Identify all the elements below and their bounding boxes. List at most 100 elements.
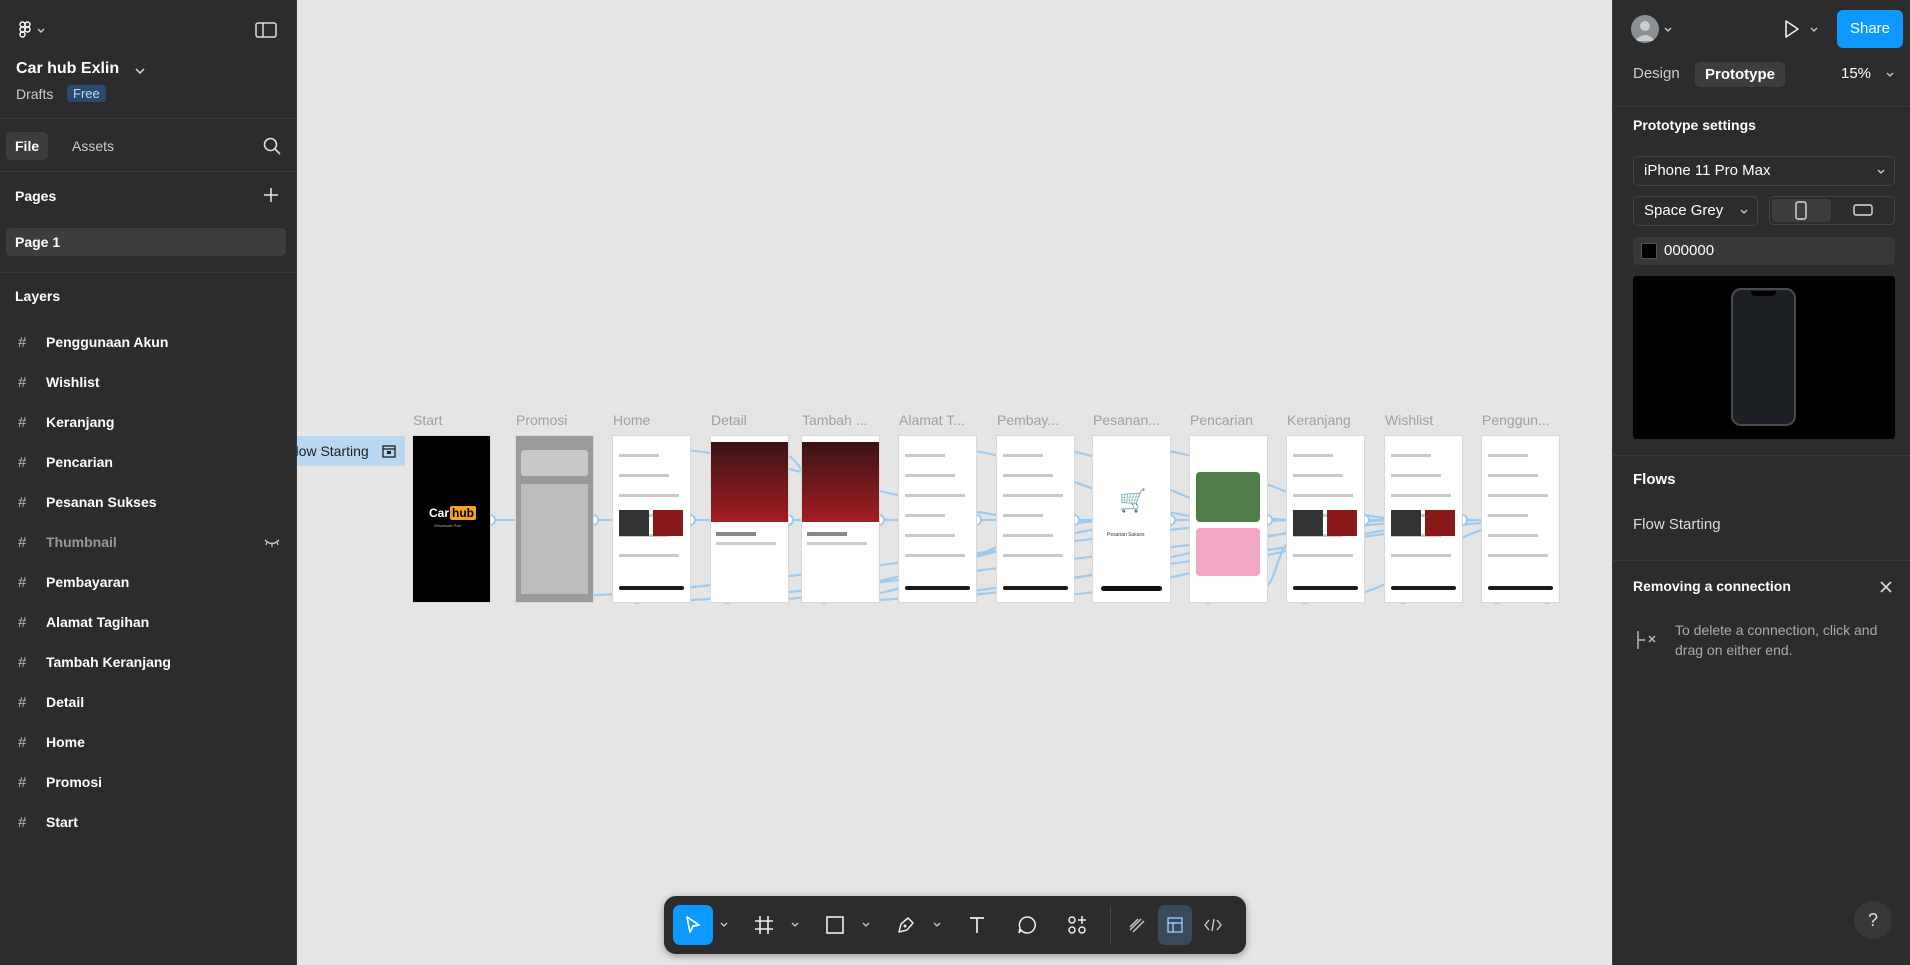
chevron-down-icon[interactable] [1663, 25, 1673, 35]
file-location[interactable]: Drafts [16, 86, 53, 102]
file-name[interactable]: Car hub Exlin [16, 60, 119, 78]
layer-item[interactable]: # Thumbnail [0, 522, 296, 562]
frame-label[interactable]: Start [413, 412, 443, 428]
frame-thumbnail[interactable]: Car hub Wholesale Part [413, 436, 490, 602]
content-line [1003, 554, 1063, 557]
layer-name: Pesanan Sukses [46, 494, 157, 510]
landscape-button[interactable] [1833, 199, 1892, 222]
logo-tagline: Wholesale Part [434, 523, 462, 528]
frame-label[interactable]: Tambah ... [802, 412, 867, 428]
flow-start-label: Flow Starting [297, 443, 369, 459]
layer-item[interactable]: # Keranjang [0, 402, 296, 442]
flow-start-tag[interactable]: Flow Starting [297, 436, 405, 466]
chevron-down-icon[interactable] [719, 920, 729, 930]
chevron-down-icon[interactable] [1885, 70, 1895, 80]
text-icon [970, 917, 984, 933]
present-button[interactable] [1779, 17, 1803, 41]
background-hex[interactable]: 000000 [1664, 237, 1714, 265]
code-icon [1204, 918, 1222, 932]
tab-file[interactable]: File [6, 132, 49, 160]
frame-thumbnail[interactable]: 🛒 Pesanan Sukses [1093, 436, 1170, 602]
frame-label[interactable]: Wishlist [1385, 412, 1433, 428]
frame-thumbnail[interactable] [997, 436, 1074, 602]
avatar[interactable] [1631, 15, 1659, 43]
content-line [1488, 554, 1548, 557]
frame-thumbnail[interactable] [1287, 436, 1364, 602]
page-item[interactable]: Page 1 [6, 228, 286, 256]
help-button[interactable]: ? [1854, 901, 1892, 939]
layer-item[interactable]: # Tambah Keranjang [0, 642, 296, 682]
layer-item[interactable]: # Promosi [0, 762, 296, 802]
design-mode-button[interactable] [1158, 905, 1192, 945]
flow-item[interactable]: Flow Starting [1633, 516, 1721, 533]
hidden-eye-icon[interactable] [264, 535, 280, 553]
frame-label[interactable]: Home [613, 412, 650, 428]
layer-item[interactable]: # Wishlist [0, 362, 296, 402]
background-color-field[interactable]: 000000 [1633, 237, 1895, 265]
draw-mode-button[interactable] [1120, 905, 1154, 945]
frame-icon: # [18, 613, 27, 631]
dev-mode-button[interactable] [1196, 905, 1230, 945]
frame-label[interactable]: Pesanan... [1093, 412, 1160, 428]
cta-bar [1488, 586, 1553, 590]
sidebar-toggle-icon[interactable] [254, 20, 278, 40]
frame-icon: # [18, 333, 27, 351]
frame-thumbnail[interactable] [1190, 436, 1267, 602]
frame-thumbnail[interactable] [802, 436, 879, 602]
layer-item[interactable]: # Alamat Tagihan [0, 602, 296, 642]
content-line [1003, 454, 1043, 457]
actions-tool-button[interactable] [1057, 905, 1097, 945]
text-tool-button[interactable] [957, 905, 997, 945]
main-menu-button[interactable] [14, 18, 54, 42]
tab-design[interactable]: Design [1633, 65, 1680, 82]
frame-label[interactable]: Keranjang [1287, 412, 1351, 428]
chevron-down-icon[interactable] [932, 920, 942, 930]
zoom-level[interactable]: 15% [1841, 65, 1871, 82]
frame-thumbnail[interactable] [1482, 436, 1559, 602]
bottom-toolbar [664, 896, 1246, 954]
frame-thumbnail[interactable] [1385, 436, 1462, 602]
device-select[interactable]: iPhone 11 Pro Max [1633, 156, 1895, 186]
frame-thumbnail[interactable] [899, 436, 976, 602]
frame-label[interactable]: Pembay... [997, 412, 1059, 428]
comment-tool-button[interactable] [1007, 905, 1047, 945]
portrait-button[interactable] [1772, 199, 1831, 222]
chevron-down-icon[interactable] [134, 63, 146, 81]
layer-item[interactable]: # Detail [0, 682, 296, 722]
device-color-select[interactable]: Space Grey [1633, 196, 1758, 226]
layer-item[interactable]: # Home [0, 722, 296, 762]
layer-item[interactable]: # Start [0, 802, 296, 842]
success-text: Pesanan Sukses [1107, 532, 1145, 538]
layer-item[interactable]: # Pesanan Sukses [0, 482, 296, 522]
layer-item[interactable]: # Penggunaan Akun [0, 322, 296, 362]
shape-tool-button[interactable] [815, 905, 855, 945]
layers-list: # Penggunaan Akun # Wishlist # Keranjang # Penc… [0, 322, 296, 842]
hint-text: To delete a connection, click and drag o… [1675, 622, 1878, 658]
chevron-down-icon[interactable] [790, 920, 800, 930]
frame-label[interactable]: Penggun... [1482, 412, 1550, 428]
flows-heading: Flows [1633, 471, 1676, 488]
frame-thumbnail[interactable] [516, 436, 593, 602]
move-tool-button[interactable] [673, 905, 713, 945]
close-icon[interactable] [1877, 578, 1895, 596]
chevron-down-icon[interactable] [861, 920, 871, 930]
color-swatch[interactable] [1641, 243, 1657, 259]
layer-item[interactable]: # Pembayaran [0, 562, 296, 602]
frame-thumbnail[interactable] [711, 436, 788, 602]
pen-tool-button[interactable] [886, 905, 926, 945]
connection-line[interactable] [1130, 448, 1418, 522]
add-page-icon[interactable] [262, 186, 280, 204]
frame-tool-button[interactable] [744, 905, 784, 945]
frame-thumbnail[interactable] [613, 436, 690, 602]
chevron-down-icon[interactable] [1809, 25, 1819, 35]
tab-assets[interactable]: Assets [64, 132, 122, 160]
frame-label[interactable]: Pencarian [1190, 412, 1253, 428]
layer-item[interactable]: # Pencarian [0, 442, 296, 482]
frame-label[interactable]: Detail [711, 412, 747, 428]
frame-label[interactable]: Promosi [516, 412, 567, 428]
search-icon[interactable] [262, 136, 282, 156]
share-button[interactable]: Share [1837, 10, 1903, 48]
canvas[interactable]: Flow Starting Start Carhub Wholesale Part P… [297, 0, 1612, 965]
frame-label[interactable]: Alamat T... [899, 412, 965, 428]
tab-prototype[interactable]: Prototype [1695, 62, 1786, 87]
